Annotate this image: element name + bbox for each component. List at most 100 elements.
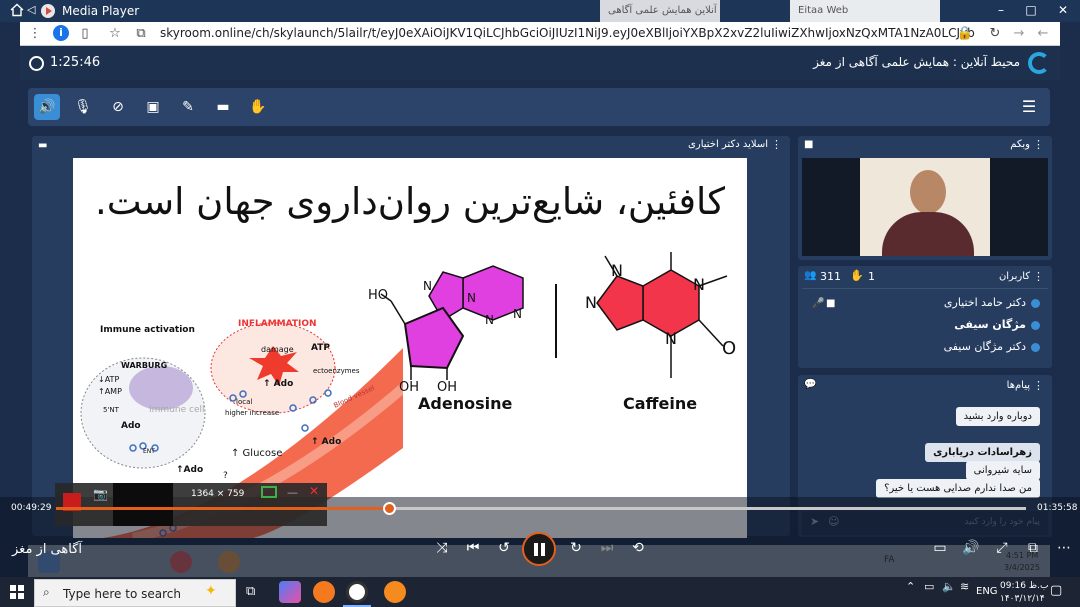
mini-player-icon[interactable]: ⧉ xyxy=(1022,540,1044,556)
folder-small-icon[interactable]: ▬ xyxy=(38,140,47,151)
more-options-icon[interactable]: ⋯ xyxy=(1053,540,1075,556)
search-input[interactable]: Type here to search xyxy=(63,587,181,601)
tray-chevron-icon[interactable]: ⌃ xyxy=(906,580,915,593)
cast-icon[interactable]: ▭ xyxy=(929,540,951,556)
media-player-taskbar-icon[interactable] xyxy=(346,581,368,603)
users-more-icon[interactable]: ⋮ xyxy=(1033,270,1044,283)
mic-off-icon[interactable]: 🎙 xyxy=(70,94,96,120)
task-view-icon[interactable]: ⧉ xyxy=(246,584,255,599)
media-player-titlebar: ◁ Media Player محیط آنلاین همایش علمی آگ… xyxy=(0,0,1080,22)
messages-list: دوباره وارد بشید زهراسادات دریاباری سایه… xyxy=(802,399,1048,507)
firefox-taskbar-icon[interactable] xyxy=(313,581,335,603)
back-arrow-icon[interactable]: ← xyxy=(1034,26,1052,41)
bookmark-star-icon[interactable]: ☆ xyxy=(106,26,124,41)
browser-tab-2[interactable]: Eitaa Web xyxy=(790,0,940,22)
room-header: 1:25:46 محیط آنلاین : همایش علمی آگاهی ا… xyxy=(20,46,1060,80)
url-field[interactable]: skyroom.online/ch/skylaunch/5lailr/t/eyJ… xyxy=(160,26,975,40)
sidebar-icon[interactable]: ▯ xyxy=(76,26,94,41)
caffeine-structure: O NNNN xyxy=(585,252,736,378)
room-toolbar: 🔊 🎙 ⊘ ▣ ✎ ▬ ✋ ☰ xyxy=(28,88,1050,126)
browser-tab-1[interactable]: محیط آنلاین همایش علمی آگاهی xyxy=(600,0,720,22)
browser-address-bar: ⋮ i ▯ ☆ ⧉ skyroom.online/ch/skylaunch/5l… xyxy=(20,22,1060,46)
video-icon: ■ xyxy=(826,298,836,309)
snipping-toolbar: 📷 1364 × 759 — ✕ xyxy=(55,483,327,526)
windows-start-icon[interactable] xyxy=(10,585,24,599)
label-oh-1: OH xyxy=(399,380,419,395)
site-info-icon[interactable]: i xyxy=(53,25,69,41)
notification-icon[interactable]: ▢ xyxy=(1050,583,1062,598)
copilot-icon[interactable] xyxy=(279,581,301,603)
total-time: 01:35:58 xyxy=(1037,503,1078,513)
previous-icon[interactable]: ⏮ xyxy=(462,540,484,556)
next-icon[interactable]: ⏭ xyxy=(596,540,618,556)
seek-thumb[interactable] xyxy=(382,502,396,515)
taskbar-search-box[interactable]: ⌕ Type here to search ✦ xyxy=(34,579,236,607)
label-ho: HO xyxy=(368,288,388,303)
label-atp: ATP xyxy=(311,343,330,353)
speaker-tray-icon[interactable]: 🔈 xyxy=(942,580,956,593)
brush-icon[interactable]: ✎ xyxy=(175,94,201,120)
install-app-icon[interactable]: ⧉ xyxy=(132,26,150,41)
camera-off-icon[interactable]: ⊘ xyxy=(105,94,131,120)
user-item-2[interactable]: مژگان سیفی xyxy=(954,318,1026,331)
webcam-more-icon[interactable]: ⋮ xyxy=(1033,138,1044,151)
label-ado-up: ↑ Ado xyxy=(263,379,293,389)
wifi-icon[interactable]: ≋ xyxy=(960,580,969,593)
shuffle-icon[interactable]: ⤨ xyxy=(431,540,453,556)
maximize-icon[interactable]: □ xyxy=(1016,3,1046,17)
folder-icon[interactable]: ▬ xyxy=(210,94,236,120)
close-icon[interactable]: ✕ xyxy=(1048,3,1078,17)
message-sender: زهراسادات دریاباری xyxy=(925,443,1040,462)
label-atp-down: ↓ATP xyxy=(98,375,119,384)
seek-progress xyxy=(56,507,389,510)
hamburger-menu-icon[interactable]: ☰ xyxy=(1016,94,1042,120)
pause-button[interactable] xyxy=(522,532,556,566)
reload-icon[interactable]: ↻ xyxy=(986,26,1004,41)
back-icon[interactable]: ◁ xyxy=(27,3,35,16)
caffeine-label: Caffeine xyxy=(623,394,698,413)
snip-minimize-icon[interactable]: — xyxy=(287,486,298,499)
fullscreen-icon[interactable]: ⤢ xyxy=(991,540,1013,556)
label-ado-up-2: ↑Ado xyxy=(176,465,203,475)
snip-close-icon[interactable]: ✕ xyxy=(309,484,319,498)
user-item-1[interactable]: دکتر حامد اختیاری xyxy=(944,296,1026,309)
speaker-icon[interactable]: 🔊 xyxy=(34,94,60,120)
label-immune-activation: Immune activation xyxy=(100,325,195,335)
eitaa-icon[interactable] xyxy=(384,581,406,603)
label-question: ? xyxy=(223,471,228,481)
taskbar-time[interactable]: ب.ظ 09:16 xyxy=(1000,581,1048,591)
rewind-10-icon[interactable]: ↺ xyxy=(493,540,515,556)
taskbar-date[interactable]: ۱۴۰۳/۱۲/۱۴ xyxy=(1000,594,1045,604)
messages-title: پیام‌ها xyxy=(1006,380,1030,391)
battery-icon: ▭ xyxy=(924,580,935,593)
forward-30-icon[interactable]: ↻ xyxy=(565,540,587,556)
caffeine-n-atom-4: N xyxy=(611,261,623,280)
label-ent: ENT xyxy=(143,448,155,455)
label-ectoenzymes: ectoenzymes xyxy=(313,367,360,375)
screen-share-icon[interactable]: ▣ xyxy=(140,94,166,120)
home-icon[interactable] xyxy=(10,3,24,17)
snip-ok-icon[interactable] xyxy=(261,486,277,498)
camera-icon: ■ xyxy=(804,139,814,150)
label-immune: Immune cell xyxy=(149,405,204,415)
users-title: کاربران xyxy=(998,271,1030,282)
user-item-3[interactable]: دکتر مژگان سیفی xyxy=(944,340,1026,353)
camera-snap-icon[interactable]: 📷 xyxy=(93,487,108,501)
caffeine-n-atom-2: N xyxy=(665,329,677,348)
slides-more-icon[interactable]: ⋮ xyxy=(771,138,782,151)
repeat-off-icon[interactable]: ⟲ xyxy=(627,540,649,556)
minimize-icon[interactable]: – xyxy=(986,3,1016,17)
language-indicator[interactable]: ENG xyxy=(976,586,998,597)
raise-hand-icon[interactable]: ✋ xyxy=(245,94,271,120)
webcam-panel: ■ وبکم ⋮ xyxy=(798,136,1052,260)
messages-more-icon[interactable]: ⋮ xyxy=(1033,379,1044,392)
forward-arrow-icon[interactable]: → xyxy=(1010,26,1028,41)
adenosine-n-atom-2: N xyxy=(485,313,494,327)
more-vert-icon[interactable]: ⋮ xyxy=(26,26,44,41)
volume-icon[interactable]: 🔊 xyxy=(960,540,982,556)
current-time: 00:49:29 xyxy=(11,503,52,513)
presenter-face xyxy=(910,170,946,214)
users-panel: 👥 311 ✋ 1 کاربران ⋮ دکتر حامد اختیاری 🎤 … xyxy=(798,266,1052,368)
label-warburg: WARBURG xyxy=(121,361,167,370)
label-higher-increase: higher increase xyxy=(225,409,279,417)
